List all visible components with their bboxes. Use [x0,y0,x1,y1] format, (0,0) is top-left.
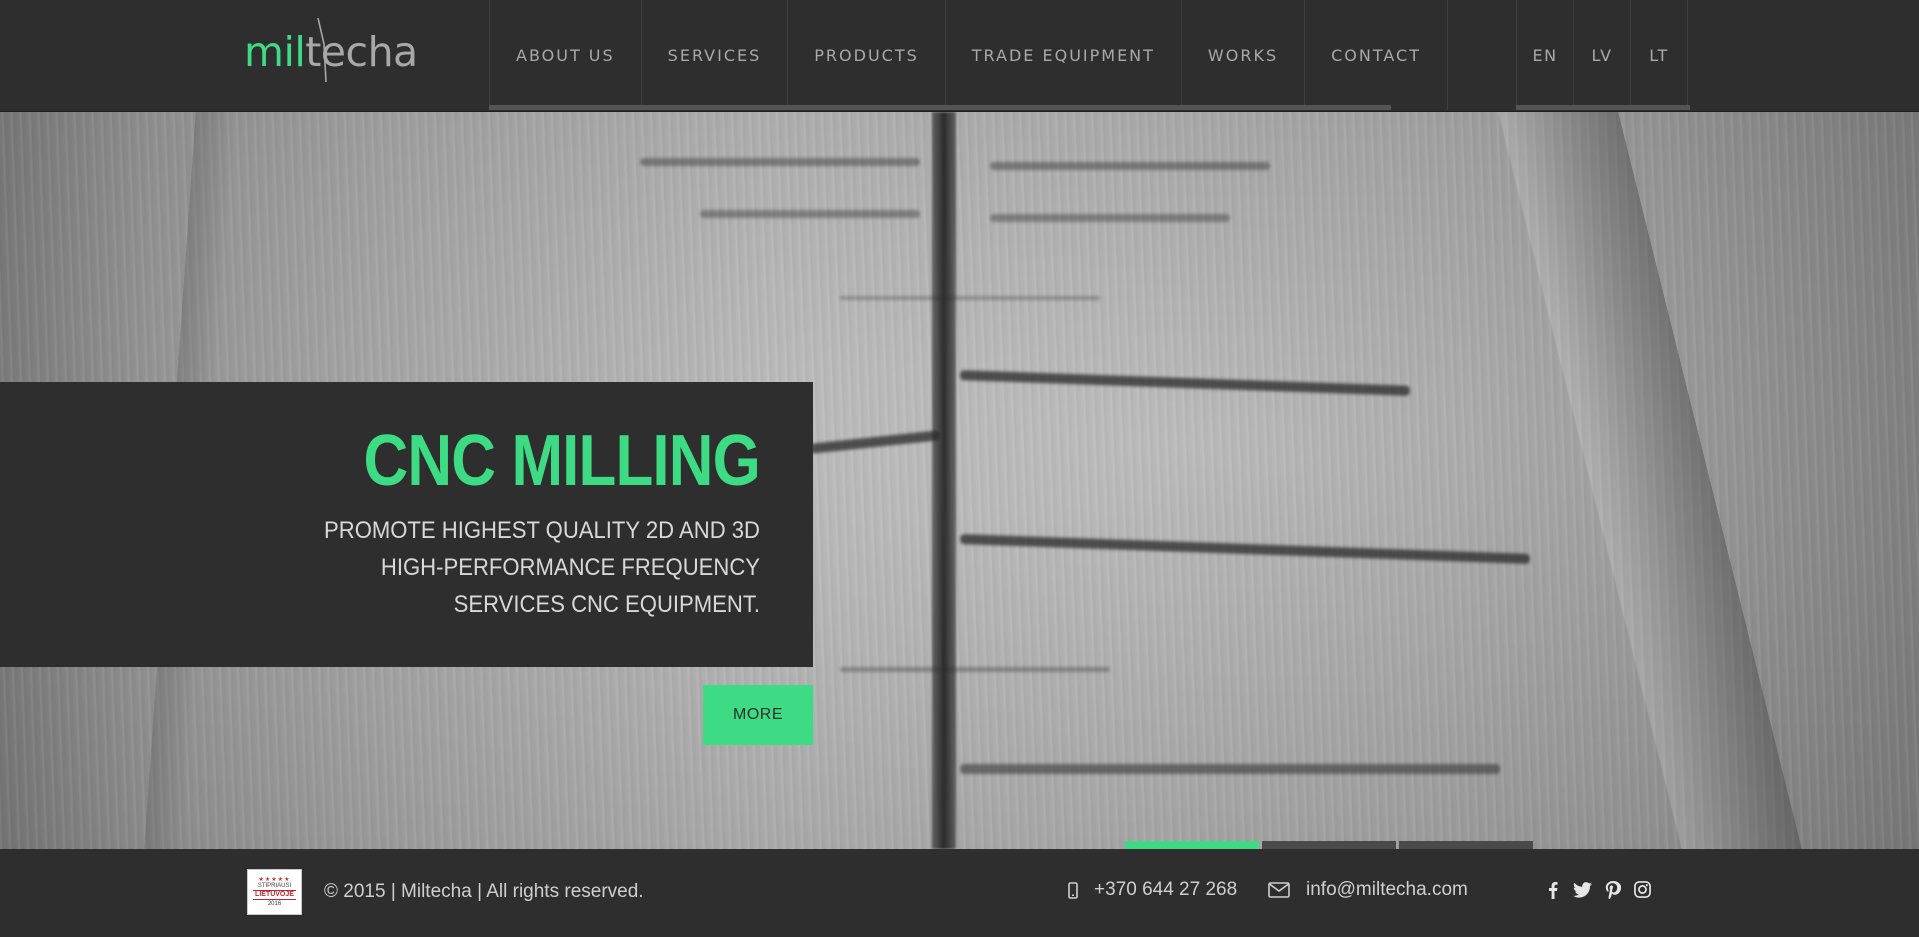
slider-indicators [1125,841,1533,849]
badge-stars: ★★★★★ [258,876,291,883]
more-button[interactable]: MORE [703,685,813,745]
engraved-branch [840,667,1110,672]
footer-email[interactable]: info@miltecha.com [1268,879,1468,901]
mobile-phone-icon [1068,881,1078,899]
award-badge: ★★★★★ STIPRIAUSI LIETUVOJE 2016 [247,869,302,915]
twitter-icon[interactable] [1573,880,1592,899]
slider-indicator-2[interactable] [1262,841,1396,849]
hero-title: CNC MILLING [363,421,761,501]
facebook-icon[interactable] [1543,880,1562,899]
slider-indicator-1[interactable] [1125,841,1259,849]
engraved-branch [700,210,920,218]
lang-lv[interactable]: LV [1574,0,1631,110]
nav-products[interactable]: PRODUCTS [788,0,946,110]
lang-en[interactable]: EN [1517,0,1574,110]
instagram-icon[interactable] [1633,880,1652,899]
engraved-branch [990,162,1270,170]
envelope-icon [1268,882,1290,898]
nav-trade-equipment[interactable]: TRADE EQUIPMENT [946,0,1182,110]
copyright-text: © 2015 | Miltecha | All rights reserved. [324,881,644,902]
engraved-branch [640,158,920,166]
lang-lt[interactable]: LT [1631,0,1688,110]
hero-caption-box: CNC MILLING PROMOTE HIGHEST QUALITY 2D A… [0,382,813,667]
slider-indicator-3[interactable] [1399,841,1533,849]
miltecha-logo[interactable]: miltecha [244,14,426,88]
language-switcher: EN LV LT [1516,0,1688,110]
logo-text-grey: techa [305,28,418,76]
nav-about-us[interactable]: ABOUT US [490,0,642,110]
site-header: miltecha ABOUT US SERVICES PRODUCTS TRAD… [0,0,1919,112]
phone-number: +370 644 27 268 [1094,879,1238,900]
nav-contact[interactable]: CONTACT [1305,0,1448,110]
footer-phone[interactable]: +370 644 27 268 [1068,879,1237,901]
badge-line-3: 2016 [267,901,282,907]
lang-underline [1516,105,1690,110]
nav-services[interactable]: SERVICES [642,0,789,110]
engraved-branch [960,764,1500,774]
main-nav: ABOUT US SERVICES PRODUCTS TRADE EQUIPME… [489,0,1448,110]
hero-subtitle: PROMOTE HIGHEST QUALITY 2D AND 3D HIGH-P… [324,517,760,618]
email-address: info@miltecha.com [1306,879,1468,900]
nav-works[interactable]: WORKS [1182,0,1306,110]
social-links [1543,880,1652,899]
engraved-tree-trunk [932,112,956,849]
engraved-branch [990,214,1230,222]
engraved-branch [840,296,1100,300]
badge-line-1: STIPRIAUSI [257,883,292,889]
site-footer: ★★★★★ STIPRIAUSI LIETUVOJE 2016 © 2015 |… [0,849,1919,937]
logo-text-green: mil [244,28,306,76]
hero-slider: CNC MILLING PROMOTE HIGHEST QUALITY 2D A… [0,112,1919,849]
pinterest-icon[interactable] [1603,880,1622,899]
badge-line-2: LIETUVOJE [253,890,296,900]
nav-underline [489,105,1391,110]
